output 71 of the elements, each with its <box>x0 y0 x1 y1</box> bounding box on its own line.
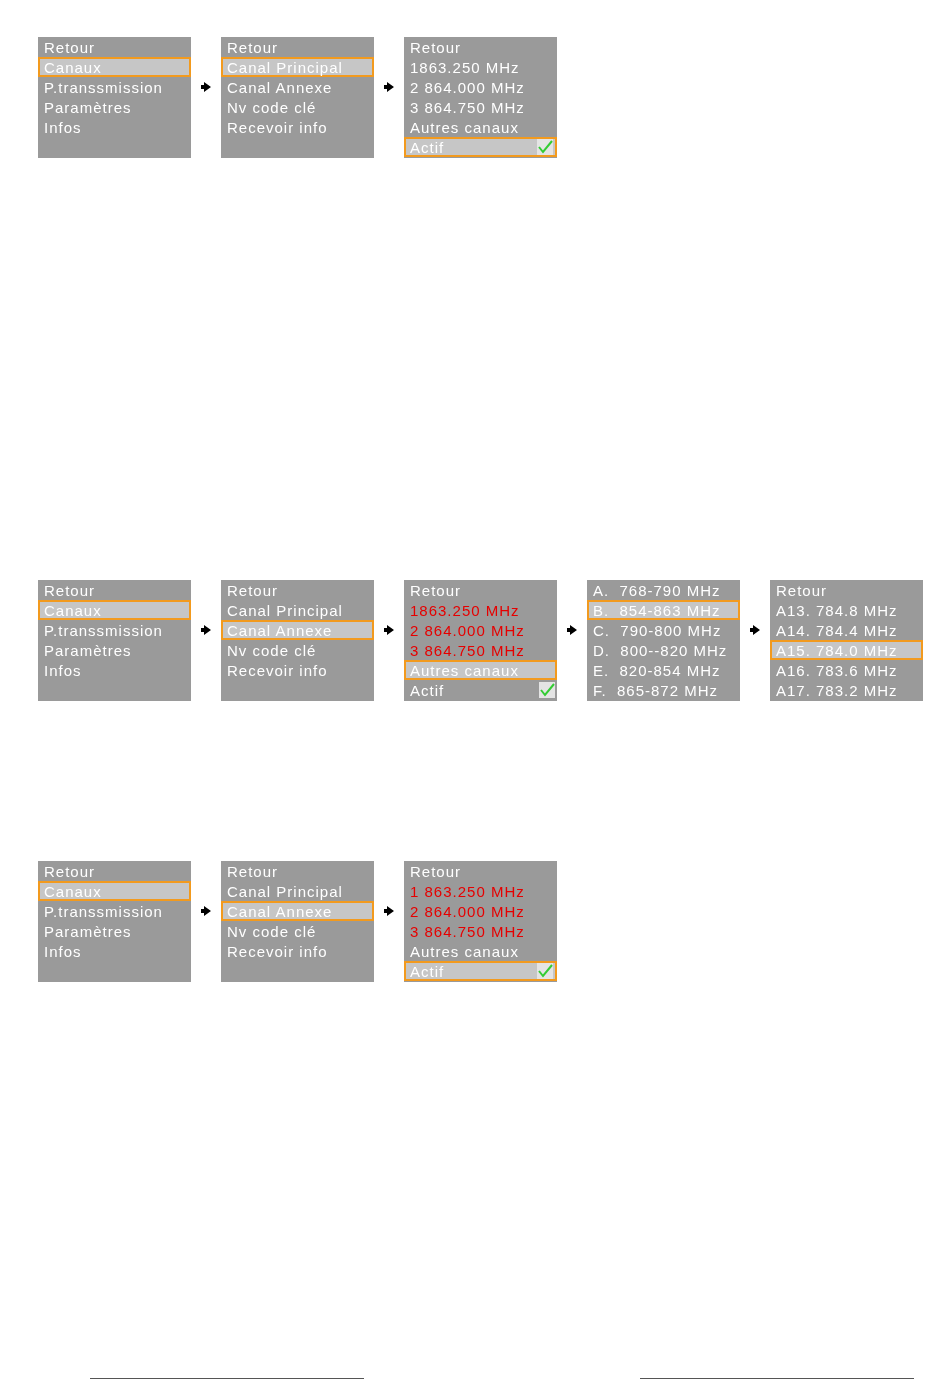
menu-item[interactable]: Retour <box>221 580 374 600</box>
menu-item[interactable]: Infos <box>38 117 191 137</box>
menu-item[interactable]: D. 800--820 MHz <box>587 640 740 660</box>
menu-item[interactable]: Retour <box>38 37 191 57</box>
menu-item[interactable]: B. 854-863 MHz <box>587 600 740 620</box>
menu-item[interactable]: Retour <box>404 37 557 57</box>
menu-item[interactable]: Canal Principal <box>221 57 374 77</box>
menu-item[interactable]: Retour <box>404 861 557 881</box>
menu-item[interactable]: Actif <box>404 961 557 981</box>
checkbox-icon[interactable] <box>537 963 553 979</box>
menu-item[interactable]: 1 863.250 MHz <box>404 881 557 901</box>
menu-item[interactable]: Retour <box>221 37 374 57</box>
menu-item[interactable]: Infos <box>38 941 191 961</box>
menu-item[interactable]: A. 768-790 MHz <box>587 580 740 600</box>
menu-item[interactable]: Paramètres <box>38 921 191 941</box>
menu-item[interactable]: Recevoir info <box>221 660 374 680</box>
menu-item[interactable]: Recevoir info <box>221 941 374 961</box>
menu-item[interactable]: A17. 783.2 MHz <box>770 680 923 700</box>
menu-item[interactable]: Canal Principal <box>221 881 374 901</box>
menu-item[interactable]: Canal Annexe <box>221 620 374 640</box>
menu-item[interactable]: Canal Annexe <box>221 901 374 921</box>
arrow-icon <box>384 625 394 635</box>
menu-item[interactable]: 3 864.750 MHz <box>404 921 557 941</box>
menu-item[interactable]: 2 864.000 MHz <box>404 901 557 921</box>
menu-item[interactable]: A15. 784.0 MHz <box>770 640 923 660</box>
menu-item[interactable]: Infos <box>38 660 191 680</box>
menu-item[interactable]: A13. 784.8 MHz <box>770 600 923 620</box>
arrow-icon <box>201 906 211 916</box>
menu-item[interactable]: P.transsmission <box>38 77 191 97</box>
arrow-icon <box>201 82 211 92</box>
menu-item[interactable]: Canal Annexe <box>221 77 374 97</box>
menu-item[interactable]: 2 864.000 MHz <box>404 77 557 97</box>
menu-item[interactable]: Autres canaux <box>404 941 557 961</box>
arrow-icon <box>567 625 577 635</box>
menu-item[interactable]: Actif <box>404 680 557 700</box>
menu-item[interactable]: Retour <box>221 861 374 881</box>
menu-item[interactable]: P.transsmission <box>38 620 191 640</box>
arrow-icon <box>201 625 211 635</box>
menu-item[interactable]: 3 864.750 MHz <box>404 640 557 660</box>
menu-item[interactable]: 1863.250 MHz <box>404 57 557 77</box>
menu-item[interactable]: 3 864.750 MHz <box>404 97 557 117</box>
menu-item[interactable]: P.transsmission <box>38 901 191 921</box>
menu-item[interactable]: E. 820-854 MHz <box>587 660 740 680</box>
menu-item[interactable]: 2 864.000 MHz <box>404 620 557 640</box>
menu-item[interactable]: Retour <box>38 580 191 600</box>
arrow-icon <box>384 906 394 916</box>
menu-item[interactable]: Canaux <box>38 600 191 620</box>
menu-item[interactable]: Nv code clé <box>221 97 374 117</box>
menu-item[interactable]: Autres canaux <box>404 660 557 680</box>
menu-item[interactable]: Recevoir info <box>221 117 374 137</box>
menu-item[interactable]: Paramètres <box>38 640 191 660</box>
menu-item[interactable]: Retour <box>404 580 557 600</box>
arrow-icon <box>384 82 394 92</box>
menu-item[interactable]: Autres canaux <box>404 117 557 137</box>
arrow-icon <box>750 625 760 635</box>
menu-item[interactable]: A14. 784.4 MHz <box>770 620 923 640</box>
menu-item[interactable]: F. 865-872 MHz <box>587 680 740 700</box>
menu-item[interactable]: Canal Principal <box>221 600 374 620</box>
checkbox-icon[interactable] <box>539 682 555 698</box>
menu-item[interactable]: Actif <box>404 137 557 157</box>
menu-item[interactable]: Nv code clé <box>221 640 374 660</box>
menu-item[interactable]: Retour <box>38 861 191 881</box>
menu-item[interactable]: 1863.250 MHz <box>404 600 557 620</box>
menu-item[interactable]: Canaux <box>38 57 191 77</box>
menu-item[interactable]: Retour <box>770 580 923 600</box>
checkbox-icon[interactable] <box>537 139 553 155</box>
menu-item[interactable]: Paramètres <box>38 97 191 117</box>
menu-item[interactable]: Nv code clé <box>221 921 374 941</box>
menu-item[interactable]: A16. 783.6 MHz <box>770 660 923 680</box>
menu-item[interactable]: Canaux <box>38 881 191 901</box>
menu-item[interactable]: C. 790-800 MHz <box>587 620 740 640</box>
